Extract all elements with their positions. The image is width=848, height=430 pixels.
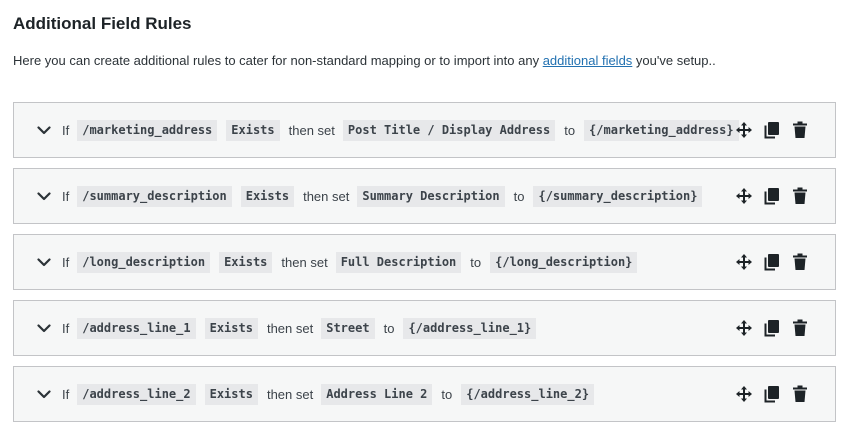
trash-icon[interactable]	[790, 384, 810, 404]
rule-operator[interactable]: Exists	[226, 119, 280, 141]
rule-field[interactable]: /long_description	[77, 251, 211, 273]
to-label: to	[383, 320, 395, 336]
trash-icon[interactable]	[790, 186, 810, 206]
chevron-down-icon[interactable]	[36, 188, 52, 204]
rule-field[interactable]: /summary_description	[77, 185, 232, 207]
intro-text-before: Here you can create additional rules to …	[13, 53, 543, 68]
chevron-down-icon[interactable]	[36, 122, 52, 138]
rule-operator[interactable]: Exists	[240, 185, 295, 207]
to-label: to	[470, 254, 482, 270]
rule-target-field[interactable]: Address Line 2	[321, 383, 433, 405]
rule-operator[interactable]: Exists	[204, 383, 258, 405]
rule-value[interactable]: {/address_line_2}	[461, 383, 595, 405]
copy-icon[interactable]	[762, 186, 782, 206]
rule-actions	[734, 169, 818, 223]
trash-icon[interactable]	[790, 120, 810, 140]
rule-target-field[interactable]: Full Description	[335, 251, 462, 273]
rule-row: If /address_line_2 Exists then set Addre…	[13, 366, 836, 422]
intro-text: Here you can create additional rules to …	[13, 53, 716, 68]
to-label: to	[564, 122, 576, 138]
intro-text-after: you've setup..	[632, 53, 716, 68]
copy-icon[interactable]	[762, 252, 782, 272]
then-set-label: then set	[288, 122, 335, 138]
rule-row: If /marketing_address Exists then set Po…	[13, 102, 836, 158]
rule-row: If /long_description Exists then set Ful…	[13, 234, 836, 290]
rule-target-field[interactable]: Post Title / Display Address	[342, 119, 556, 141]
rule-operator[interactable]: Exists	[219, 251, 273, 273]
rule-value[interactable]: {/summary_description}	[533, 185, 703, 207]
rule-row: If /summary_description Exists then set …	[13, 168, 836, 224]
rule-value[interactable]: {/address_line_1}	[403, 317, 537, 339]
copy-icon[interactable]	[762, 318, 782, 338]
rule-target-field[interactable]: Street	[321, 317, 375, 339]
if-label: If	[62, 122, 70, 138]
move-arrows-icon[interactable]	[734, 186, 754, 206]
page-title: Additional Field Rules	[13, 14, 192, 33]
trash-icon[interactable]	[790, 318, 810, 338]
rules-list: If /marketing_address Exists then set Po…	[13, 102, 836, 430]
rule-actions	[734, 367, 818, 421]
rule-field[interactable]: /address_line_2	[77, 383, 196, 405]
move-arrows-icon[interactable]	[734, 318, 754, 338]
then-set-label: then set	[281, 254, 328, 270]
to-label: to	[513, 188, 525, 204]
rule-actions	[734, 301, 818, 355]
move-arrows-icon[interactable]	[734, 120, 754, 140]
move-arrows-icon[interactable]	[734, 252, 754, 272]
additional-fields-link[interactable]: additional fields	[543, 53, 633, 68]
rule-value[interactable]: {/marketing_address}	[584, 119, 739, 141]
rule-operator[interactable]: Exists	[204, 317, 258, 339]
move-arrows-icon[interactable]	[734, 384, 754, 404]
rule-row: If /address_line_1 Exists then set Stree…	[13, 300, 836, 356]
copy-icon[interactable]	[762, 384, 782, 404]
rule-actions	[734, 235, 818, 289]
then-set-label: then set	[303, 188, 350, 204]
if-label: If	[62, 188, 70, 204]
if-label: If	[62, 320, 70, 336]
chevron-down-icon[interactable]	[36, 386, 52, 402]
copy-icon[interactable]	[762, 120, 782, 140]
if-label: If	[62, 386, 70, 402]
chevron-down-icon[interactable]	[36, 254, 52, 270]
trash-icon[interactable]	[790, 252, 810, 272]
rule-target-field[interactable]: Summary Description	[357, 185, 505, 207]
rule-field[interactable]: /address_line_1	[77, 317, 196, 339]
to-label: to	[441, 386, 453, 402]
additional-field-rules-panel: Additional Field Rules Here you can crea…	[0, 0, 848, 430]
if-label: If	[62, 254, 70, 270]
then-set-label: then set	[266, 386, 314, 402]
rule-value[interactable]: {/long_description}	[490, 251, 638, 273]
chevron-down-icon[interactable]	[36, 320, 52, 336]
rule-actions	[734, 103, 818, 157]
then-set-label: then set	[266, 320, 314, 336]
rule-field[interactable]: /marketing_address	[77, 119, 218, 141]
